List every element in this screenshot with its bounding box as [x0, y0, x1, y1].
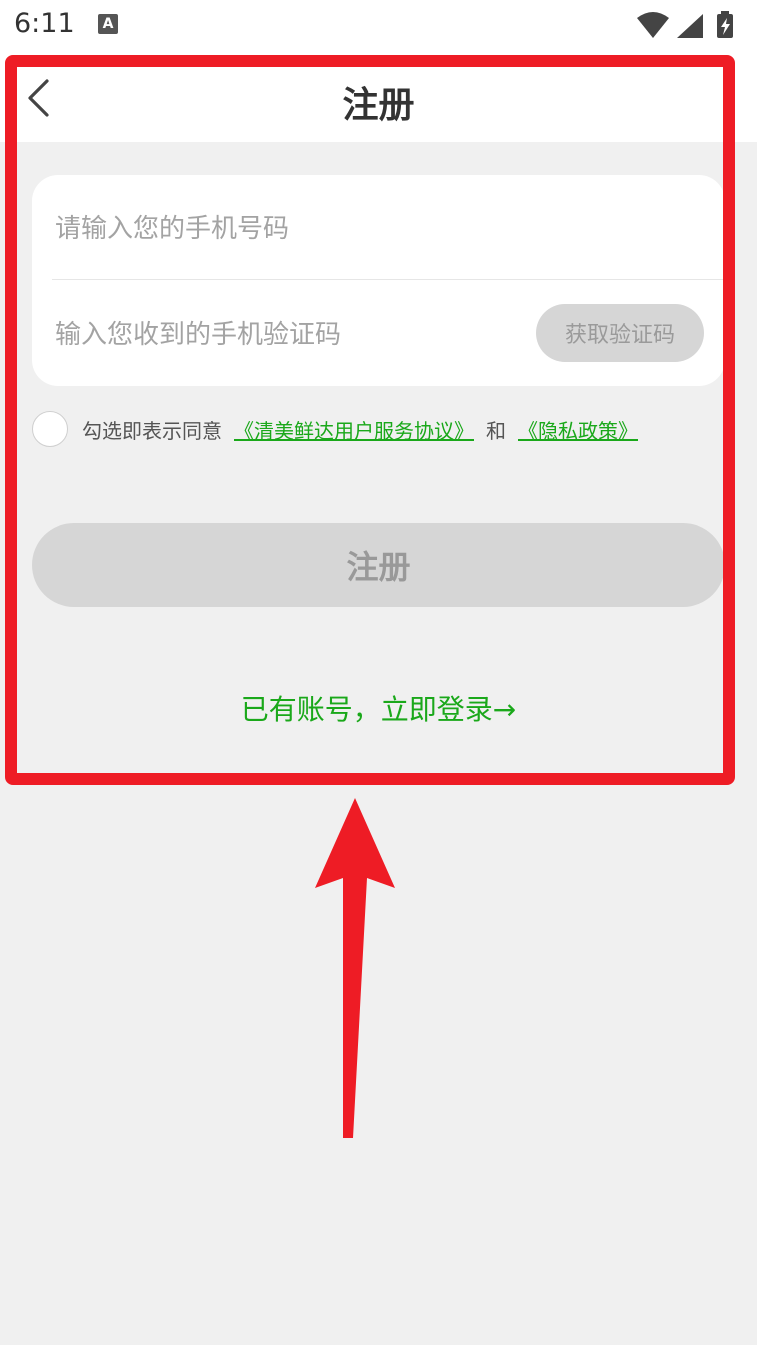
- privacy-policy-link[interactable]: 《隐私政策》: [518, 415, 638, 444]
- agreement-conjunction: 和: [486, 418, 506, 443]
- get-code-button[interactable]: 获取验证码: [536, 304, 704, 362]
- form-divider: [52, 279, 725, 280]
- login-link[interactable]: 已有账号，立即登录→: [0, 688, 757, 728]
- register-form-card: 获取验证码: [32, 175, 725, 386]
- service-agreement-link[interactable]: 《清美鲜达用户服务协议》: [234, 415, 474, 444]
- header-bar: 注册: [0, 50, 757, 142]
- page-title: 注册: [342, 85, 415, 126]
- verification-code-input[interactable]: [53, 303, 527, 367]
- agreement-checkbox[interactable]: [32, 411, 68, 447]
- annotation-arrow-icon: [315, 798, 395, 1138]
- battery-charging-icon: [717, 11, 733, 38]
- status-bar: 6:11 A: [0, 0, 757, 50]
- register-button[interactable]: 注册: [32, 523, 725, 607]
- status-icons: [635, 10, 745, 40]
- phone-input[interactable]: [53, 197, 697, 261]
- status-time: 6:11: [14, 8, 75, 39]
- register-screen: 6:11 A 注册 请输入您的手机号码 输入您收到的手机验证码 获取验证码 勾选…: [0, 0, 757, 1345]
- agreement-prefix: 勾选即表示同意: [82, 418, 222, 443]
- agreement-row: 勾选即表示同意 《清美鲜达用户服务协议》 和 《隐私政策》: [32, 410, 732, 448]
- signal-icon: [677, 14, 703, 38]
- notification-a-icon: A: [98, 14, 118, 34]
- wifi-icon: [637, 12, 669, 38]
